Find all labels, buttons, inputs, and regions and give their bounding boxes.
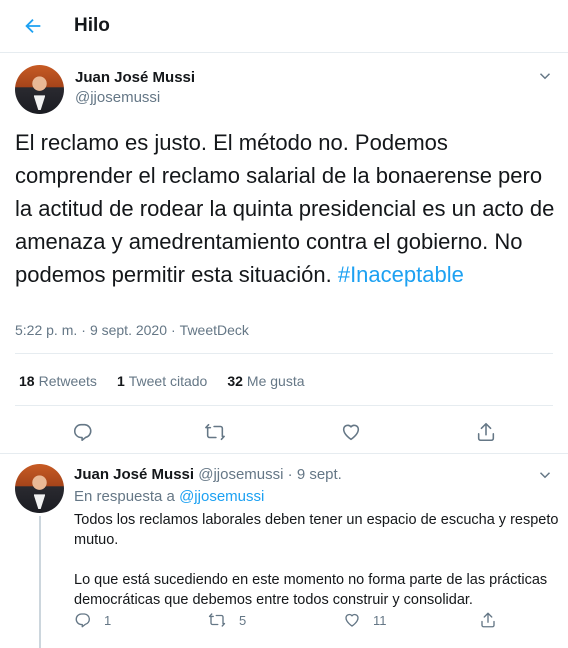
likes-count: 32 xyxy=(227,373,243,389)
likes-stat[interactable]: 32 Me gusta xyxy=(227,373,304,389)
comment-icon xyxy=(75,613,90,628)
like-button[interactable] xyxy=(338,419,364,445)
reply-header: Juan José Mussi @jjosemussi · 9 sept. xyxy=(74,466,342,483)
share-icon xyxy=(477,422,495,442)
tweet-date[interactable]: 9 sept. 2020 xyxy=(90,322,167,338)
author-handle[interactable]: @jjosemussi xyxy=(75,89,160,106)
in-reply-to: En respuesta a @jjosemussi xyxy=(74,488,264,505)
reply-author-handle[interactable]: @jjosemussi xyxy=(198,466,283,483)
chevron-down-icon xyxy=(539,472,551,479)
tweet-body: El reclamo es justo. El método no. Podem… xyxy=(15,130,555,287)
retweet-count: 5 xyxy=(239,612,247,628)
quotes-stat[interactable]: 1 Tweet citado xyxy=(117,373,207,389)
reply-actions: 1 5 11 xyxy=(74,611,564,635)
reply-count: 1 xyxy=(104,612,112,628)
in-reply-handle-link[interactable]: @jjosemussi xyxy=(179,488,264,505)
in-reply-prefix: En respuesta a xyxy=(74,488,175,505)
divider xyxy=(15,405,553,406)
meta-separator: · xyxy=(287,466,293,483)
quotes-count: 1 xyxy=(116,373,125,389)
reply-share-button[interactable] xyxy=(479,611,497,629)
heart-icon xyxy=(345,613,359,627)
reply-retweet-button[interactable]: 5 xyxy=(207,611,246,629)
reply-like-button[interactable]: 11 xyxy=(343,611,387,629)
retweet-button[interactable] xyxy=(202,419,228,445)
tweet-time[interactable]: 5:22 p. m. xyxy=(15,322,77,338)
reply-button[interactable] xyxy=(70,419,96,445)
reply-tweet[interactable]: Juan José Mussi @jjosemussi · 9 sept. En… xyxy=(0,453,568,648)
heart-icon xyxy=(342,424,360,441)
reply-paragraph: Lo que está sucediendo en este momento n… xyxy=(74,572,548,608)
tweet-actions xyxy=(0,419,568,455)
chevron-down-icon xyxy=(539,73,551,80)
more-options-button[interactable] xyxy=(536,67,554,85)
tweet-meta: 5:22 p. m. · 9 sept. 2020 · TweetDeck xyxy=(15,322,253,338)
thread-line xyxy=(39,516,41,648)
retweet-icon xyxy=(208,613,226,627)
tweet-source[interactable]: TweetDeck xyxy=(180,322,249,338)
like-count: 11 xyxy=(373,612,387,628)
likes-label: Me gusta xyxy=(246,373,305,389)
retweets-count: 18 xyxy=(19,373,35,389)
reply-paragraph: Todos los reclamos laborales deben tener… xyxy=(74,512,559,548)
avatar[interactable] xyxy=(15,464,64,513)
more-options-button[interactable] xyxy=(536,466,554,484)
share-button[interactable] xyxy=(473,419,499,445)
quotes-label: Tweet citado xyxy=(128,373,208,389)
divider xyxy=(15,353,553,354)
tweet-text: El reclamo es justo. El método no. Podem… xyxy=(15,126,560,291)
tweet-stats: 18 Retweets 1 Tweet citado 32 Me gusta xyxy=(19,373,325,389)
back-button[interactable] xyxy=(18,12,48,40)
page-title: Hilo xyxy=(74,15,110,36)
hashtag-link[interactable]: #Inaceptable xyxy=(338,262,464,287)
arrow-left-icon xyxy=(25,18,41,34)
retweet-icon xyxy=(205,423,225,441)
retweets-stat[interactable]: 18 Retweets xyxy=(19,373,97,389)
avatar[interactable] xyxy=(15,65,64,114)
meta-separator: · xyxy=(171,322,176,338)
meta-separator: · xyxy=(81,322,86,338)
comment-icon xyxy=(73,423,92,442)
author-name[interactable]: Juan José Mussi xyxy=(75,69,195,86)
retweets-label: Retweets xyxy=(38,373,97,389)
reply-date[interactable]: 9 sept. xyxy=(297,466,342,483)
share-icon xyxy=(481,612,495,628)
reply-author-name[interactable]: Juan José Mussi xyxy=(74,466,194,483)
thread-header: Hilo xyxy=(0,0,568,53)
reply-reply-button[interactable]: 1 xyxy=(74,611,111,629)
